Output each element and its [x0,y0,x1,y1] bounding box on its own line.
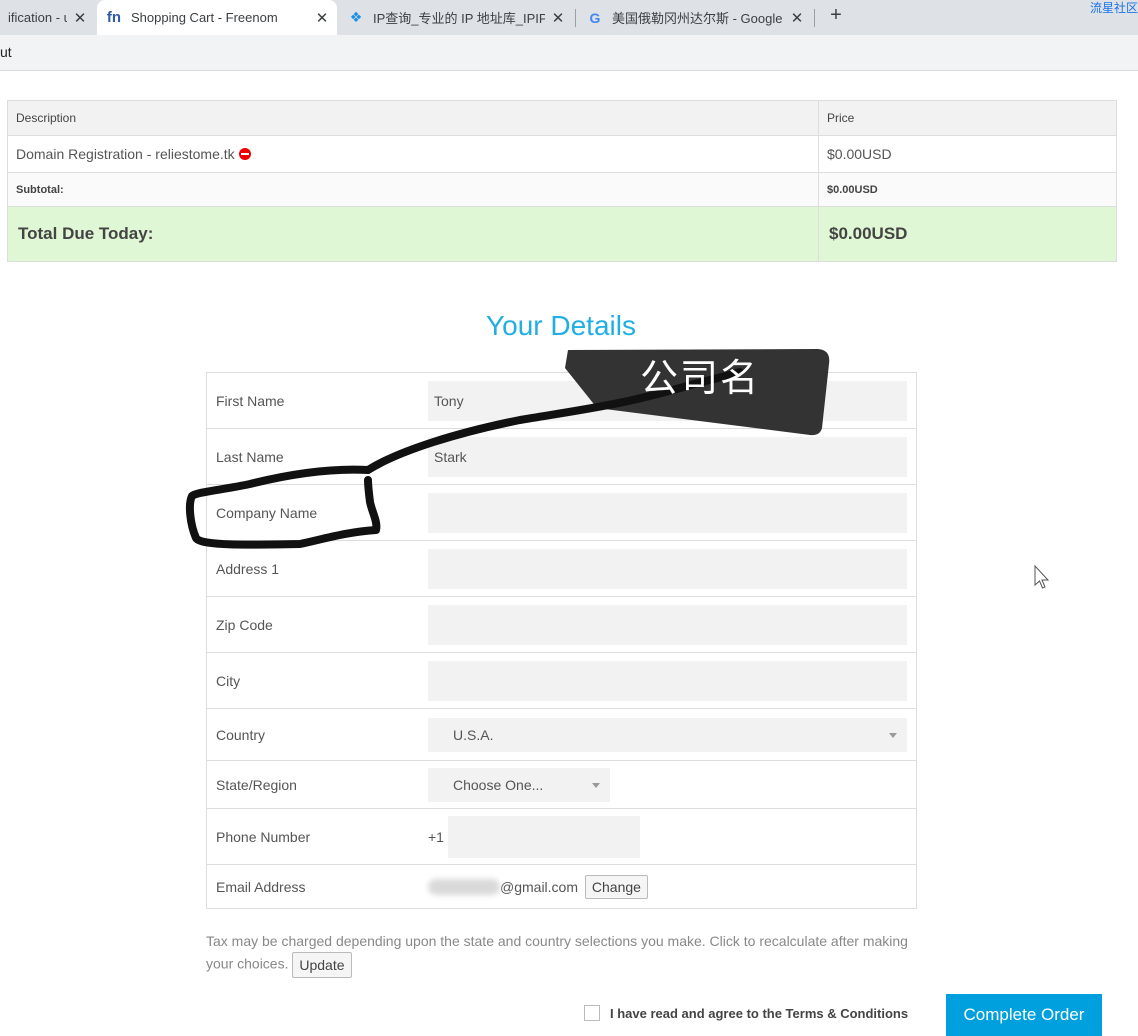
zip-row: Zip Code [206,596,917,653]
item-price: $0.00USD [818,135,1117,173]
close-icon[interactable]: ✕ [315,9,329,27]
email-row: Email Address @gmail.com Change [206,864,917,909]
terms-agreement: I have read and agree to the Terms & Con… [584,1005,908,1021]
state-value: Choose One... [453,776,544,793]
last-name-input[interactable] [428,436,907,477]
total-label: Total Due Today: [7,206,819,262]
cart-header-row: Description Price [7,100,1117,136]
complete-order-button[interactable]: Complete Order [946,994,1102,1036]
subtotal-value: $0.00USD [818,172,1117,207]
total-value: $0.00USD [818,206,1117,262]
phone-input[interactable] [448,815,640,858]
state-row: State/Region Choose One... [206,760,917,809]
tab-ipip[interactable]: ❖ IP查询_专业的 IP 地址库_IPIP.NE ✕ [339,0,573,35]
tab-separator [814,9,815,27]
city-label: City [206,652,419,709]
zip-input[interactable] [428,604,907,645]
tab-google[interactable]: G 美国俄勒冈州达尔斯 - Google 搜 ✕ [578,0,812,35]
address1-label: Address 1 [206,540,419,597]
city-input[interactable] [428,660,907,701]
item-description-cell: Domain Registration - reliestome.tk [7,135,819,173]
browser-tab-bar: ification - u ✕ fn Shopping Cart - Freen… [0,0,1138,35]
subtotal-label: Subtotal: [7,172,819,207]
company-name-input[interactable] [428,492,907,533]
company-name-row: Company Name [206,484,917,541]
close-icon[interactable]: ✕ [790,9,804,27]
details-form: First Name Last Name Company Name Addres… [206,372,917,909]
tab-verification[interactable]: ification - u ✕ [0,0,95,35]
tab-title: IP查询_专业的 IP 地址库_IPIP.NE [373,11,545,26]
address1-input[interactable] [428,548,907,589]
item-description: Domain Registration - reliestome.tk [16,146,235,162]
first-name-input[interactable] [428,380,907,421]
freenom-logo-icon: fn [106,9,122,26]
phone-row: Phone Number +1 [206,808,917,865]
details-title: Your Details [486,310,636,341]
tax-note: Tax may be charged depending upon the st… [206,930,926,978]
state-select[interactable]: Choose One... [428,767,610,802]
ipip-icon: ❖ [349,9,363,25]
corner-label: 流星社区 [1089,1,1138,15]
city-row: City [206,652,917,709]
company-name-label: Company Name [206,484,419,541]
address1-row: Address 1 [206,540,917,597]
browser-toolbar: ut [0,35,1138,71]
cart-item-row: Domain Registration - reliestome.tk $0.0… [7,135,1117,173]
total-row: Total Due Today: $0.00USD [7,206,1117,262]
subtotal-row: Subtotal: $0.00USD [7,172,1117,207]
update-button[interactable]: Update [292,952,352,978]
first-name-label: First Name [206,372,419,429]
close-icon[interactable]: ✕ [551,9,565,27]
new-tab-icon[interactable]: + [826,4,846,27]
cart-table: Description Price Domain Registration - … [7,100,1117,262]
tab-title: ification - u [8,10,67,25]
state-label: State/Region [206,760,419,809]
chevron-down-icon [592,782,600,788]
mouse-cursor-icon [1034,565,1050,589]
email-label: Email Address [206,864,419,909]
last-name-row: Last Name [206,428,917,485]
close-icon[interactable]: ✕ [73,9,87,27]
tab-shopping-cart[interactable]: fn Shopping Cart - Freenom ✕ [97,0,337,35]
tab-separator [575,9,576,27]
email-value: @gmail.com [500,878,579,895]
terms-checkbox[interactable] [584,1005,600,1021]
terms-label: I have read and agree to the Terms & Con… [610,1005,909,1021]
zip-label: Zip Code [206,596,419,653]
last-name-label: Last Name [206,428,419,485]
phone-prefix: +1 [428,828,444,845]
country-row: Country U.S.A. [206,708,917,761]
first-name-row: First Name [206,372,917,429]
address-fragment: ut [0,44,12,60]
price-header: Price [818,100,1117,136]
country-select[interactable]: U.S.A. [428,717,907,752]
chevron-down-icon [889,732,897,738]
remove-icon[interactable] [238,148,251,160]
google-icon: G [589,9,601,26]
description-header: Description [7,100,819,136]
change-email-button[interactable]: Change [584,874,648,899]
phone-label: Phone Number [206,808,419,865]
tab-title: 美国俄勒冈州达尔斯 - Google 搜 [612,11,784,26]
country-value: U.S.A. [453,726,494,743]
country-label: Country [206,708,419,761]
redacted-email-user [428,878,500,895]
tab-title: Shopping Cart - Freenom [131,10,278,25]
